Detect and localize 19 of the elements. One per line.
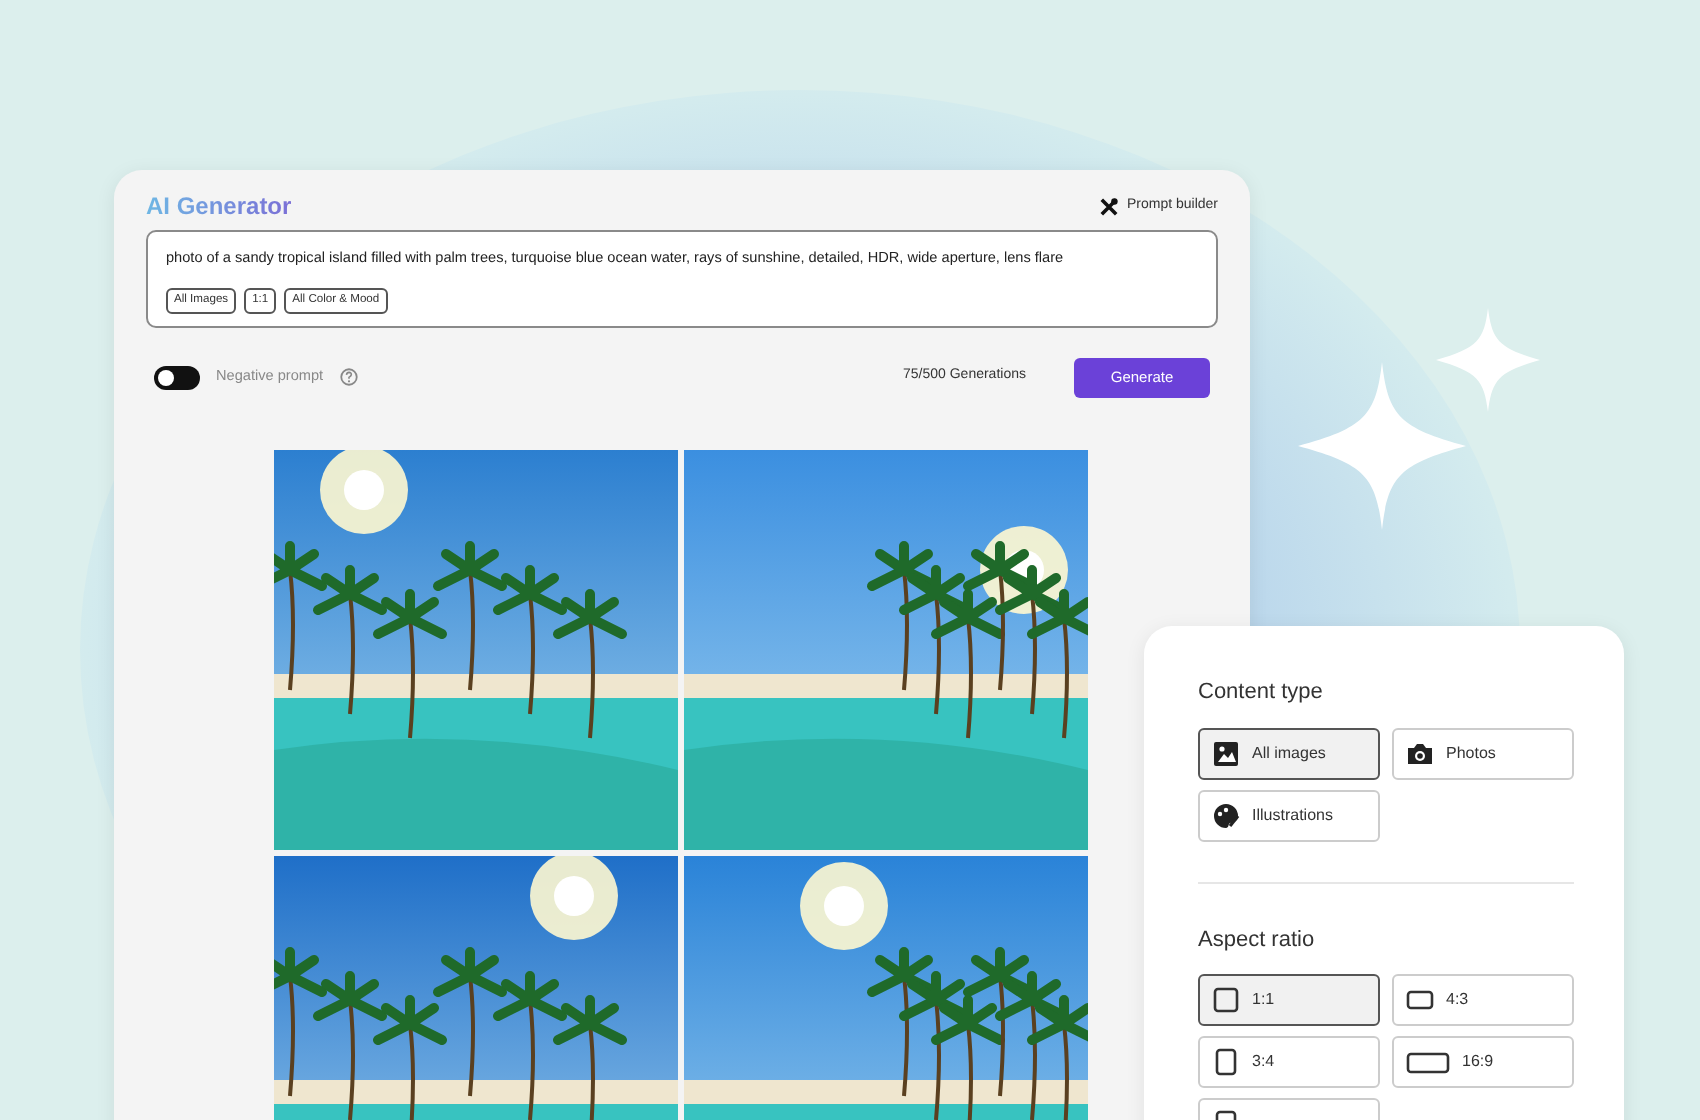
camera-icon	[1406, 739, 1434, 767]
aspect-ratio-option[interactable]: 4:3	[1392, 974, 1574, 1026]
rectangle-icon	[1406, 1048, 1450, 1076]
content-type-option[interactable]: Illustrations	[1198, 789, 1380, 841]
palette-icon	[1212, 801, 1240, 829]
section-title: Content type	[1198, 678, 1325, 708]
help-icon[interactable]	[339, 368, 358, 387]
content-type-option[interactable]: All images	[1198, 727, 1380, 779]
content-type-option[interactable]: Photos	[1392, 727, 1574, 779]
square-icon	[1212, 986, 1240, 1014]
aspect-ratio-option[interactable]: 3:4	[1198, 1036, 1380, 1088]
aspect-ratio-option[interactable]: 1:1	[1198, 974, 1380, 1026]
image-icon	[1212, 739, 1240, 767]
rectangle-icon	[1406, 986, 1434, 1014]
tools-icon	[1100, 197, 1119, 215]
negative-prompt-toggle[interactable]	[154, 365, 200, 390]
rectangle-icon	[1212, 1048, 1240, 1076]
aspect-ratio-option[interactable]: 16:9	[1392, 1036, 1574, 1088]
section-title: Aspect ratio	[1198, 925, 1317, 955]
